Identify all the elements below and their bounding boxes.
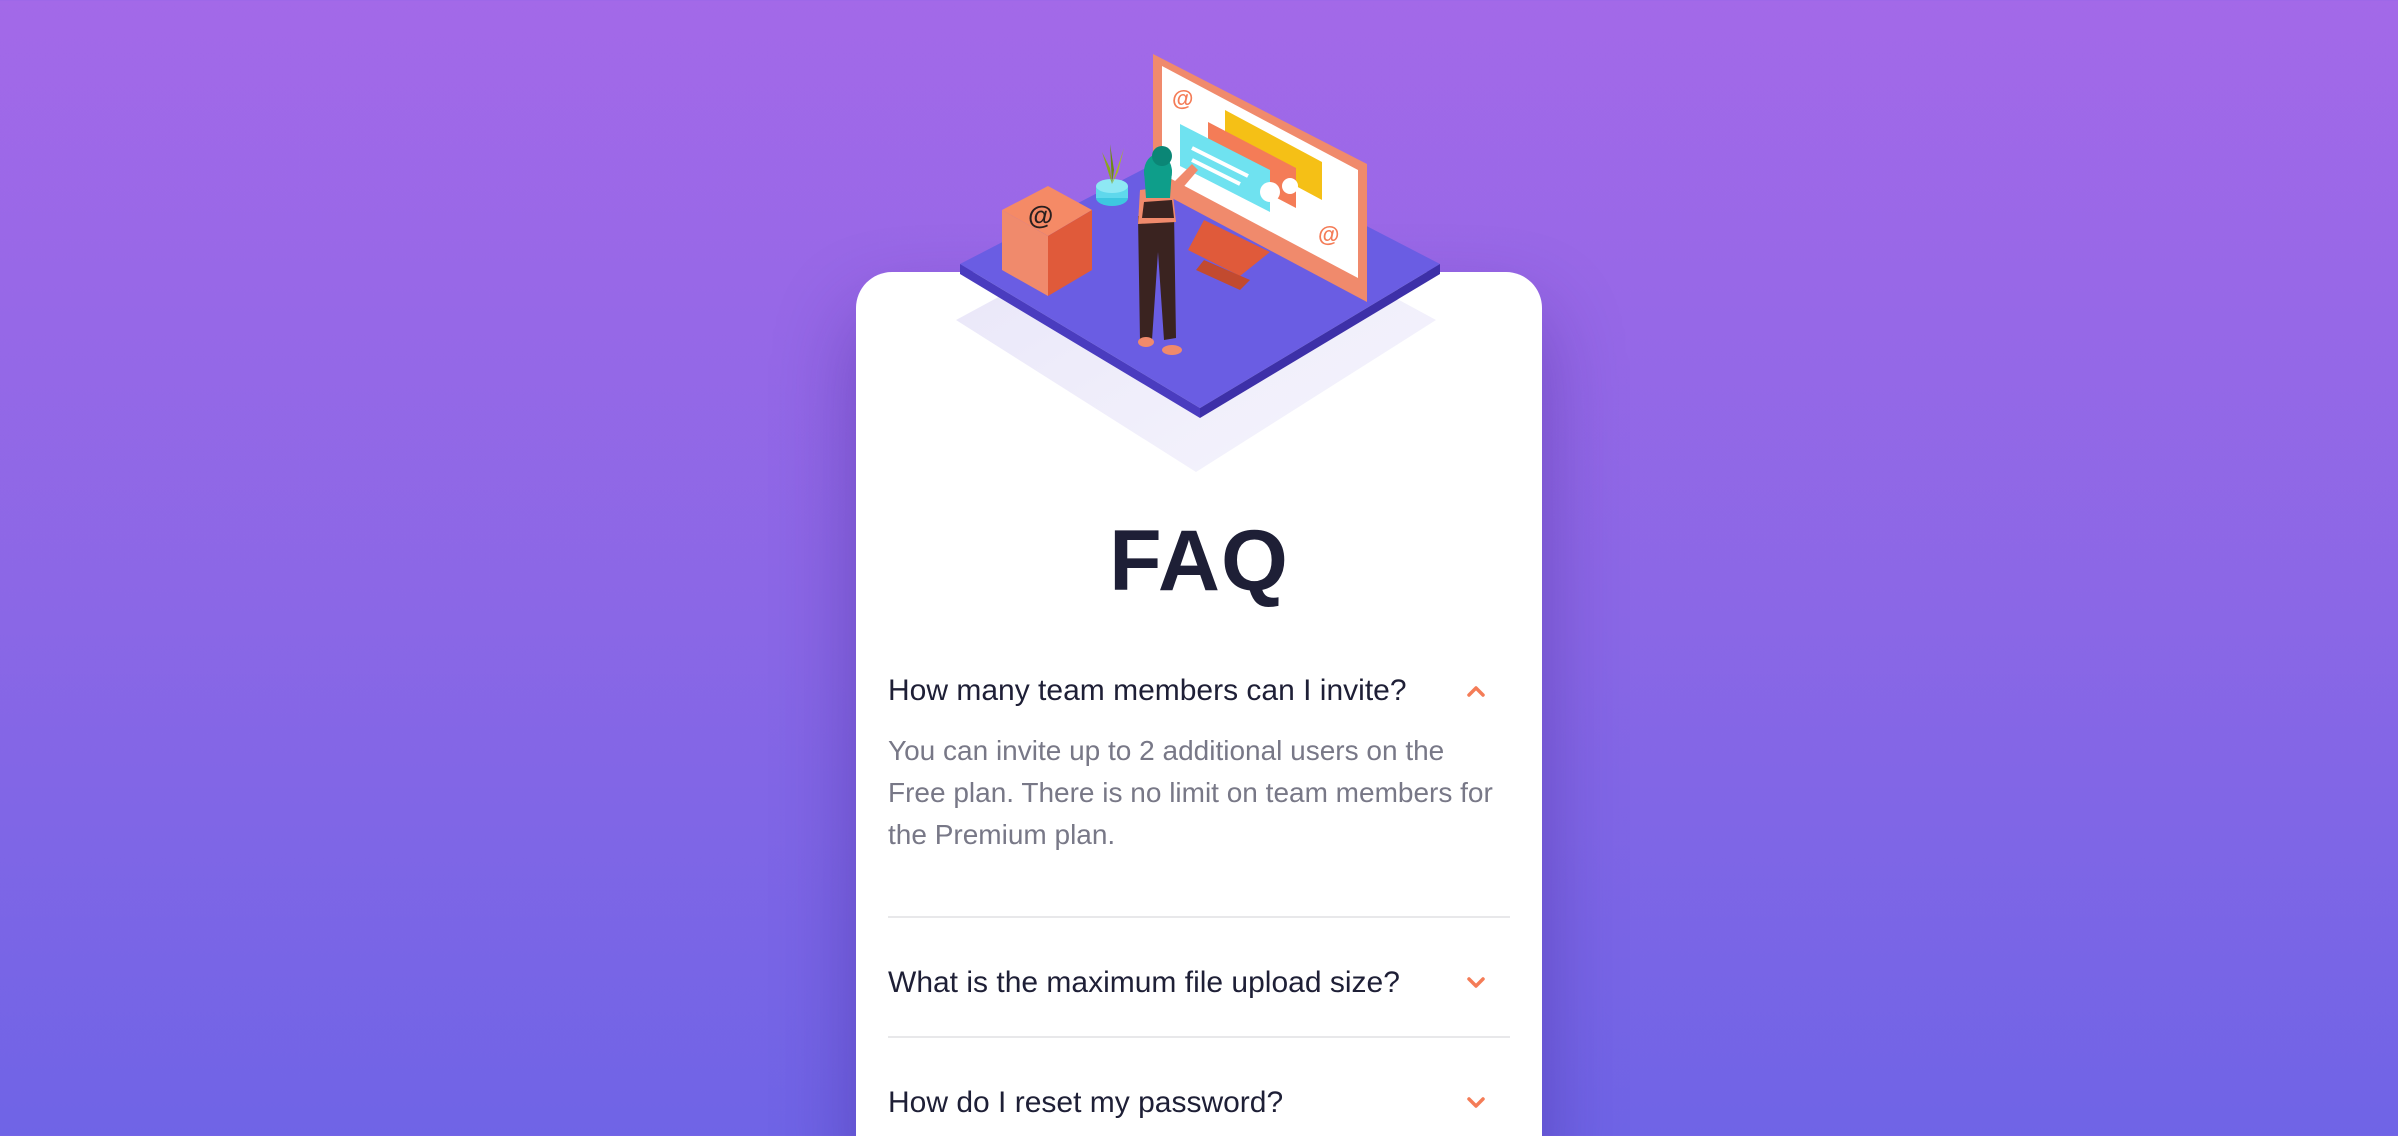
chevron-down-icon[interactable] [1464, 1091, 1488, 1115]
chevron-down-icon[interactable] [1464, 971, 1488, 995]
faq-item-2: What is the maximum file upload size? [888, 958, 1510, 1008]
faq-answer-1: You can invite up to 2 additional users … [888, 735, 1493, 850]
page-title: FAQ [1109, 513, 1289, 609]
faq-item-1: How many team members can I invite? You … [888, 666, 1510, 856]
faq-question-2[interactable]: What is the maximum file upload size? [888, 958, 1510, 1008]
faq-divider-2 [888, 1036, 1510, 1038]
faq-divider-1 [888, 916, 1510, 918]
svg-text:@: @ [1172, 86, 1193, 111]
faq-question-2-text: What is the maximum file upload size? [888, 966, 1400, 999]
svg-text:@: @ [1028, 200, 1053, 230]
faq-item-3: How do I reset my password? [888, 1078, 1510, 1128]
woman-online-illustration: @ @ @ [960, 54, 1440, 418]
svg-text:@: @ [1318, 222, 1339, 247]
faq-question-1[interactable]: How many team members can I invite? [888, 666, 1510, 716]
faq-question-3-text: How do I reset my password? [888, 1086, 1284, 1119]
faq-question-1-text: How many team members can I invite? [888, 674, 1407, 707]
chevron-up-icon[interactable] [1464, 679, 1488, 703]
faq-question-3[interactable]: How do I reset my password? [888, 1078, 1510, 1128]
